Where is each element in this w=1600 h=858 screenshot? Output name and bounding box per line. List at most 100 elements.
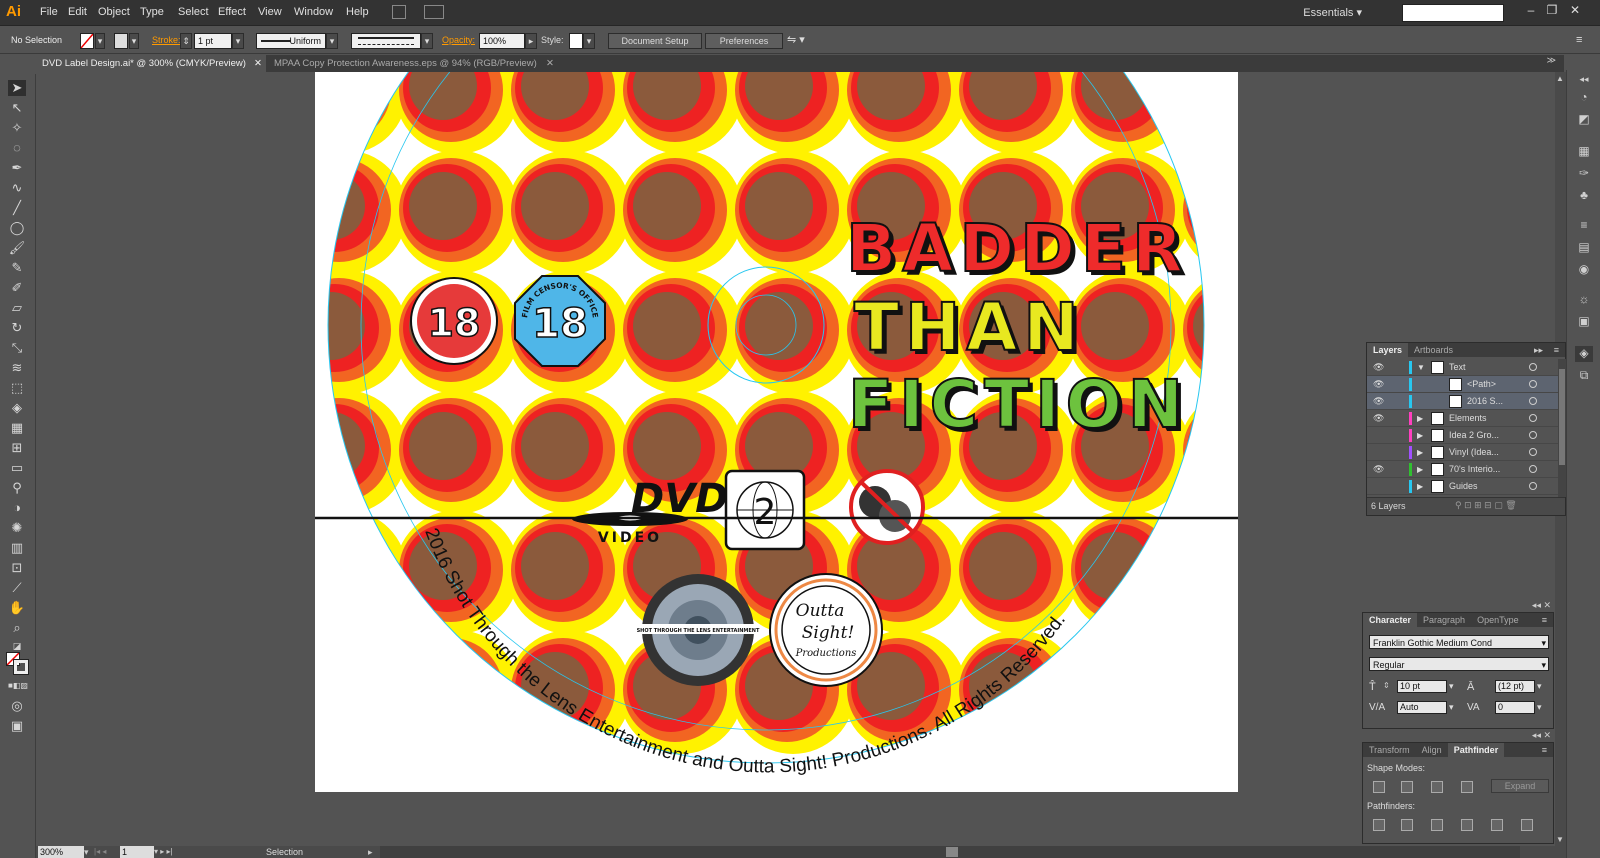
restore-icon[interactable]: ❐ bbox=[1543, 3, 1561, 19]
layer-name[interactable]: Elements bbox=[1449, 410, 1487, 427]
fill-dropdown[interactable]: ▾ bbox=[95, 33, 105, 49]
leading-dropdown[interactable]: ▾ bbox=[1537, 681, 1542, 692]
trim-icon[interactable] bbox=[1401, 819, 1413, 831]
drawing-modes-icon[interactable]: ◎ bbox=[8, 698, 26, 714]
target-circle-icon[interactable] bbox=[1529, 482, 1537, 490]
merge-icon[interactable] bbox=[1431, 819, 1443, 831]
layer-name[interactable]: Guides bbox=[1449, 478, 1478, 495]
graphic-style-swatch[interactable] bbox=[569, 33, 583, 49]
tab-pathfinder[interactable]: Pathfinder bbox=[1447, 743, 1505, 757]
target-circle-icon[interactable] bbox=[1529, 397, 1537, 405]
kerning-dropdown[interactable]: ▾ bbox=[1449, 702, 1454, 713]
blob-brush-tool-icon[interactable]: ✐ bbox=[8, 280, 26, 296]
collapse-dock-icon[interactable]: ◂◂ bbox=[1575, 74, 1593, 90]
artboards-panel-icon[interactable]: ⧉ bbox=[1575, 368, 1593, 384]
layer-name[interactable]: Vinyl (Idea... bbox=[1449, 444, 1499, 461]
font-family-field[interactable]: Franklin Gothic Medium Cond ▾ bbox=[1369, 635, 1549, 649]
stroke-panel-icon[interactable]: ≡ bbox=[1575, 218, 1593, 234]
stroke-label[interactable]: Stroke: bbox=[152, 33, 181, 49]
pencil-tool-icon[interactable]: ✎ bbox=[8, 260, 26, 276]
artboard-number-field[interactable]: 1 bbox=[120, 846, 154, 858]
target-circle-icon[interactable] bbox=[1529, 448, 1537, 456]
color-panel-icon[interactable]: ◔ bbox=[1575, 90, 1593, 106]
gradient-tool-icon[interactable]: ▭ bbox=[8, 460, 26, 476]
exclude-icon[interactable] bbox=[1461, 781, 1473, 793]
stroke-color-icon[interactable] bbox=[13, 659, 29, 675]
tab-artboards[interactable]: Artboards bbox=[1408, 343, 1459, 357]
eyedropper-tool-icon[interactable]: ⚲ bbox=[8, 480, 26, 496]
artboard[interactable]: BADDER BADDER THAN THAN FICTION FICTION … bbox=[242, 72, 1325, 792]
rotate-tool-icon[interactable]: ↻ bbox=[8, 320, 26, 336]
crop-icon[interactable] bbox=[1461, 819, 1473, 831]
bridge-icon[interactable] bbox=[392, 5, 406, 19]
direct-selection-tool-icon[interactable]: ↖ bbox=[8, 100, 26, 116]
unite-icon[interactable] bbox=[1373, 781, 1385, 793]
layer-row[interactable]: ▶ Guides bbox=[1367, 478, 1561, 495]
stroke-swatch[interactable] bbox=[114, 33, 128, 49]
zoom-dropdown[interactable]: ▾ bbox=[84, 846, 94, 858]
brush-definition[interactable] bbox=[351, 33, 421, 49]
character-panel-controls[interactable]: ◂◂ ✕ bbox=[1532, 600, 1551, 611]
layer-row[interactable]: 👁 ▶ 70's Interio... bbox=[1367, 461, 1561, 478]
tab-overflow-icon[interactable]: ≫ bbox=[1547, 55, 1556, 66]
font-style-dropdown-icon[interactable]: ▾ bbox=[1541, 658, 1546, 672]
zoom-field[interactable]: 300% bbox=[38, 846, 84, 858]
minimize-icon[interactable]: – bbox=[1522, 3, 1540, 19]
workspace-switcher[interactable]: Essentials ▾ bbox=[1303, 6, 1362, 19]
paintbrush-tool-icon[interactable]: 🖌 bbox=[8, 240, 26, 256]
layers-footer-icons[interactable]: ⚲ ⊡ ⊞ ⊟ ▢ 🗑 bbox=[1455, 500, 1517, 511]
layer-row[interactable]: 👁 ▼ Text bbox=[1367, 359, 1561, 376]
font-size-field[interactable]: 10 pt bbox=[1397, 680, 1447, 693]
target-circle-icon[interactable] bbox=[1529, 363, 1537, 371]
control-menu-icon[interactable]: ≡ bbox=[1576, 33, 1582, 49]
brush-dropdown[interactable]: ▾ bbox=[421, 33, 433, 49]
fill-swatch[interactable] bbox=[80, 33, 94, 49]
stroke-weight-field[interactable]: 1 pt bbox=[194, 33, 232, 49]
tab-opentype[interactable]: OpenType bbox=[1471, 613, 1525, 627]
menu-edit[interactable]: Edit bbox=[68, 6, 87, 18]
scroll-down-icon[interactable]: ▼ bbox=[1556, 835, 1564, 844]
layers-scrollbar[interactable] bbox=[1558, 359, 1566, 497]
stroke-weight-dropdown[interactable]: ▾ bbox=[232, 33, 244, 49]
layer-name[interactable]: Text bbox=[1449, 359, 1466, 376]
canvas-area[interactable]: BADDER BADDER THAN THAN FICTION FICTION … bbox=[36, 72, 1566, 846]
profile-dropdown[interactable]: ▾ bbox=[326, 33, 338, 49]
status-menu-icon[interactable]: ▸ bbox=[368, 846, 373, 858]
color-mode-icons[interactable]: ■◧▨ bbox=[8, 678, 28, 694]
menu-effect[interactable]: Effect bbox=[218, 6, 246, 18]
blend-tool-icon[interactable]: ◑ bbox=[8, 500, 26, 516]
gradient-panel-icon[interactable]: ▤ bbox=[1575, 240, 1593, 256]
character-panel-menu-icon[interactable]: ≡ bbox=[1542, 613, 1547, 627]
menu-window[interactable]: Window bbox=[294, 6, 333, 18]
font-size-dropdown[interactable]: ▾ bbox=[1449, 681, 1454, 692]
kerning-field[interactable]: Auto bbox=[1397, 701, 1447, 714]
tab-transform[interactable]: Transform bbox=[1363, 743, 1416, 757]
intersect-icon[interactable] bbox=[1431, 781, 1443, 793]
leading-field[interactable]: (12 pt) bbox=[1495, 680, 1535, 693]
target-circle-icon[interactable] bbox=[1529, 414, 1537, 422]
tracking-field[interactable]: 0 bbox=[1495, 701, 1535, 714]
tracking-dropdown[interactable]: ▾ bbox=[1537, 702, 1542, 713]
expand-button[interactable]: Expand bbox=[1491, 779, 1549, 793]
target-circle-icon[interactable] bbox=[1529, 465, 1537, 473]
symbols-panel-icon[interactable]: ♣ bbox=[1575, 188, 1593, 204]
visibility-eye-icon[interactable]: 👁 bbox=[1373, 461, 1385, 478]
arrange-icon[interactable]: ⇋ ▾ bbox=[787, 33, 813, 49]
warp-tool-icon[interactable]: ≋ bbox=[8, 360, 26, 376]
column-graph-tool-icon[interactable]: ▥ bbox=[8, 540, 26, 556]
opacity-dropdown[interactable]: ▸ bbox=[525, 33, 537, 49]
free-transform-tool-icon[interactable]: ⬚ bbox=[8, 380, 26, 396]
layer-name[interactable]: <Path> bbox=[1467, 376, 1496, 393]
pen-tool-icon[interactable]: ✒ bbox=[8, 160, 26, 176]
menu-file[interactable]: File bbox=[40, 6, 58, 18]
artboard-next-last-icon[interactable]: ▾ ▸ ▸| bbox=[154, 846, 173, 858]
layer-row[interactable]: 👁 ▶ Elements bbox=[1367, 410, 1561, 427]
visibility-eye-icon[interactable]: 👁 bbox=[1373, 393, 1385, 410]
symbol-sprayer-tool-icon[interactable]: ✺ bbox=[8, 520, 26, 536]
close-icon[interactable]: ✕ bbox=[1566, 3, 1584, 19]
layer-row[interactable]: ▶ Idea 2 Gro... bbox=[1367, 427, 1561, 444]
screen-mode-icon[interactable]: ▣ bbox=[8, 718, 26, 734]
transparency-panel-icon[interactable]: ◉ bbox=[1575, 262, 1593, 278]
ellipse-tool-icon[interactable]: ◯ bbox=[8, 220, 26, 236]
layer-name[interactable]: 70's Interio... bbox=[1449, 461, 1500, 478]
